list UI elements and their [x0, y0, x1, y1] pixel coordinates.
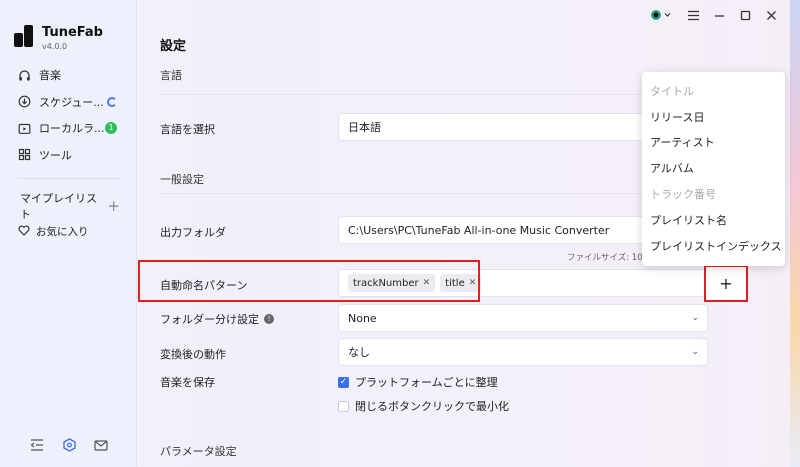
section-language: 言語	[160, 69, 182, 82]
loading-spinner-icon	[107, 96, 117, 107]
brand: TuneFab v4.0.0	[14, 25, 103, 51]
minimize-on-close-checkbox[interactable]: 閉じるボタンクリックで最小化	[338, 398, 509, 414]
menu-item-album[interactable]: アルバム	[642, 155, 785, 181]
output-folder-value: C:\Users\PC\TuneFab All-in-one Music Con…	[348, 223, 610, 237]
section-general: 一般設定	[160, 173, 204, 186]
sidebar-item-music[interactable]: 音楽	[0, 62, 137, 89]
language-value: 日本語	[348, 121, 381, 134]
app-version: v4.0.0	[42, 42, 68, 51]
folder-split-label-row: フォルダー分け設定 !	[160, 311, 274, 327]
folder-split-select[interactable]: None ⌄	[338, 304, 708, 332]
sidebar-item-tools[interactable]: ツール	[0, 142, 137, 169]
sidebar-item-label: 音楽	[39, 69, 61, 83]
language-label: 言語を選択	[160, 123, 215, 136]
folder-split-label: フォルダー分け設定	[160, 313, 259, 326]
headphones-icon	[18, 69, 31, 82]
after-convert-label: 変換後の動作	[160, 348, 226, 361]
heart-icon	[18, 225, 30, 239]
naming-tag-dropdown: タイトル リリース日 アーティスト アルバム トラック番号 プレイリスト名 プレ…	[642, 72, 785, 266]
save-music-label: 音楽を保存	[160, 376, 215, 389]
sidebar-item-label: スケジュー...	[39, 95, 104, 109]
sidebar-item-local-library[interactable]: ローカルラ... 1	[0, 115, 137, 142]
sidebar-item-schedule[interactable]: スケジュー...	[0, 89, 137, 116]
menu-item-title: タイトル	[650, 84, 694, 98]
menu-item-playlist-index[interactable]: プレイリストインデックス	[642, 233, 785, 259]
after-convert-select[interactable]: なし ⌄	[338, 338, 708, 366]
divider	[160, 193, 710, 194]
organize-by-platform-label: プラットフォームごとに整理	[355, 376, 498, 389]
favorites-label: お気に入り	[36, 226, 89, 238]
after-convert-value: なし	[348, 346, 370, 359]
chevron-down-icon: ⌄	[691, 347, 699, 357]
collapse-sidebar-icon[interactable]	[30, 438, 44, 452]
menu-item-playlist-name[interactable]: プレイリスト名	[642, 207, 785, 233]
sidebar-footer	[30, 438, 108, 452]
file-size-text: ファイルサイズ: 1018	[567, 253, 654, 263]
add-naming-tag-button[interactable]: +	[704, 265, 748, 302]
count-badge: 1	[105, 122, 117, 135]
my-playlist-header: マイプレイリスト +	[20, 190, 120, 222]
checkbox-checked-icon: ✓	[338, 376, 349, 388]
section-params: パラメータ設定	[160, 445, 237, 458]
output-folder-label: 出力フォルダ	[160, 226, 226, 239]
add-playlist-icon[interactable]: +	[107, 197, 120, 215]
sidebar-divider	[18, 178, 120, 179]
folder-split-value: None	[348, 311, 377, 325]
sidebar-item-label: ツール	[39, 148, 72, 162]
sidebar-item-favorites[interactable]: お気に入り	[18, 224, 89, 239]
chevron-down-icon: ⌄	[691, 313, 699, 323]
sidebar-item-label: ローカルラ...	[39, 122, 105, 136]
window-edge-gradient	[790, 0, 800, 467]
page-title: 設定	[160, 39, 187, 54]
local-library-icon	[18, 122, 31, 135]
my-playlist-label: マイプレイリスト	[20, 192, 97, 221]
grid-icon	[18, 148, 31, 161]
minimize-on-close-label: 閉じるボタンクリックで最小化	[355, 400, 509, 413]
menu-item-artist[interactable]: アーティスト	[642, 130, 785, 156]
organize-by-platform-checkbox[interactable]: ✓ プラットフォームごとに整理	[338, 374, 498, 390]
mail-icon[interactable]	[94, 438, 108, 452]
settings-icon[interactable]	[62, 438, 76, 452]
tunefab-logo-icon	[14, 25, 36, 47]
divider	[160, 94, 710, 95]
download-icon	[18, 95, 31, 108]
app-name: TuneFab	[42, 25, 103, 40]
sidebar-nav: 音楽 スケジュー... ローカルラ... 1 ツール	[0, 62, 137, 168]
sidebar: TuneFab v4.0.0 音楽 スケジュー... ローカルラ... 1 ツー…	[0, 0, 137, 467]
checkbox-unchecked-icon	[338, 400, 349, 412]
info-icon[interactable]: !	[264, 314, 274, 324]
menu-item-track-number: トラック番号	[650, 188, 716, 202]
highlight-box	[138, 260, 480, 302]
menu-item-release-date[interactable]: リリース日	[642, 104, 785, 130]
